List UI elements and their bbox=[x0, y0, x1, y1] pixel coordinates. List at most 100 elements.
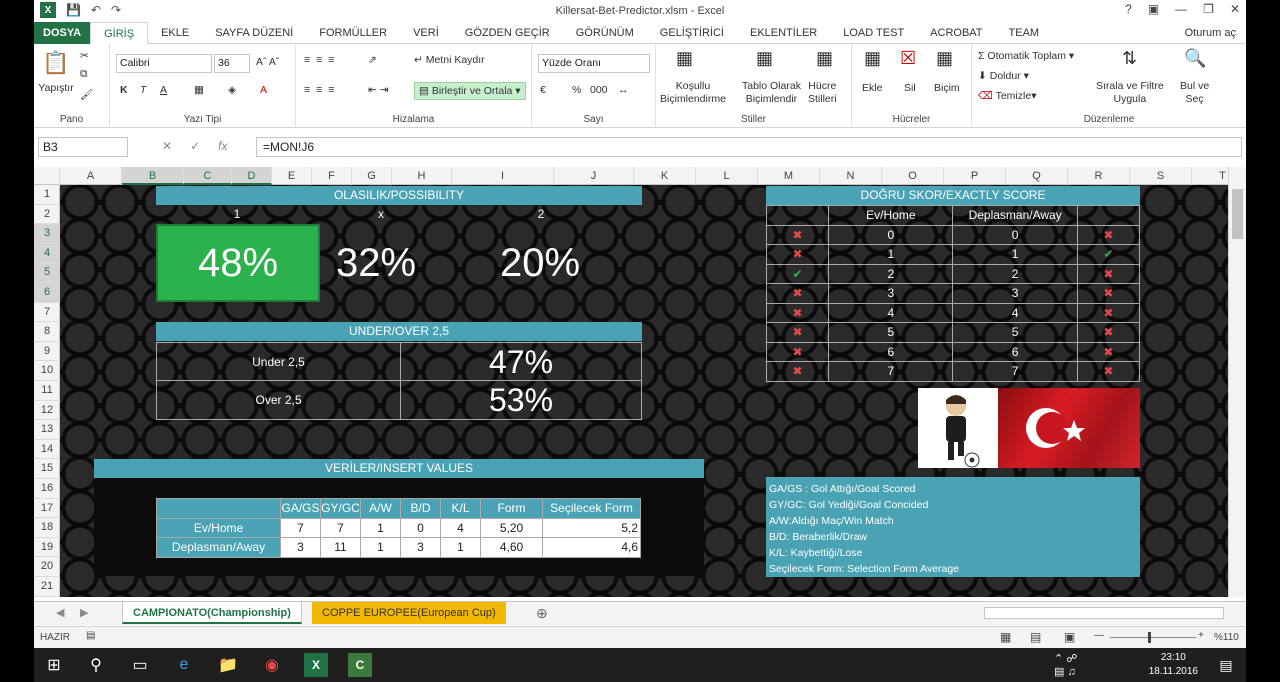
search-icon[interactable]: ⚲ bbox=[84, 653, 108, 677]
row-header[interactable]: 9 bbox=[34, 342, 60, 362]
vertical-align-icons[interactable]: ≡≡≡ bbox=[304, 54, 340, 66]
row-header[interactable]: 15 bbox=[34, 459, 60, 479]
autosum-button[interactable]: Σ Otomatik Toplam ▾ bbox=[978, 50, 1074, 62]
delete-cells-icon[interactable]: ☒ bbox=[900, 48, 916, 69]
comma-icon[interactable]: 000 bbox=[590, 84, 608, 96]
cell-styles-button[interactable]: Hücre Stilleri bbox=[808, 80, 837, 106]
column-header[interactable]: J bbox=[554, 167, 634, 185]
conditional-format-icon[interactable]: ▦ bbox=[676, 48, 693, 69]
row-header[interactable]: 2 bbox=[34, 205, 60, 225]
column-header[interactable]: F bbox=[312, 167, 352, 185]
insert-value-cell[interactable]: 1 bbox=[360, 517, 401, 538]
row-header[interactable]: 19 bbox=[34, 538, 60, 558]
insert-function-button[interactable]: fx bbox=[218, 139, 227, 153]
tab-data[interactable]: VERİ bbox=[400, 22, 452, 44]
page-layout-icon[interactable]: ▤ bbox=[1030, 630, 1041, 644]
insert-value-cell[interactable]: 4 bbox=[440, 517, 481, 538]
add-sheet-icon[interactable]: ⊕ bbox=[536, 605, 548, 622]
bold-button[interactable]: K bbox=[120, 84, 128, 96]
scroll-thumb[interactable] bbox=[1232, 189, 1243, 239]
cut-icon[interactable]: ✂ bbox=[80, 50, 89, 62]
column-header[interactable]: P bbox=[944, 167, 1006, 185]
windows-start-icon[interactable]: ⊞ bbox=[42, 653, 66, 677]
tab-prev-icon[interactable]: ◀ bbox=[56, 606, 64, 619]
merge-center-button[interactable]: ▤ Birleştir ve Ortala ▾ bbox=[414, 82, 526, 100]
column-header[interactable]: K bbox=[634, 167, 696, 185]
underline-button[interactable]: A bbox=[160, 84, 167, 96]
column-header[interactable]: R bbox=[1068, 167, 1130, 185]
format-cells-icon[interactable]: ▦ bbox=[936, 48, 953, 69]
copy-icon[interactable]: ⧉ bbox=[80, 68, 88, 81]
insert-value-cell[interactable]: 7 bbox=[280, 517, 321, 538]
zoom-thumb[interactable] bbox=[1148, 632, 1151, 643]
decimal-icons[interactable]: ↔ bbox=[618, 84, 629, 96]
column-header[interactable]: H bbox=[392, 167, 452, 185]
currency-icon[interactable]: € bbox=[540, 84, 546, 96]
tab-addins[interactable]: EKLENTİLER bbox=[737, 22, 830, 44]
insert-value-cell[interactable]: 4,6 bbox=[542, 537, 641, 558]
file-explorer-icon[interactable]: 📁 bbox=[216, 653, 240, 677]
column-header[interactable]: S bbox=[1130, 167, 1192, 185]
zoom-slider[interactable] bbox=[1110, 637, 1196, 638]
tab-file[interactable]: DOSYA bbox=[34, 22, 91, 44]
row-header[interactable]: 20 bbox=[34, 557, 60, 577]
row-header[interactable]: 17 bbox=[34, 499, 60, 519]
font-name-box[interactable]: Calibri bbox=[116, 54, 212, 73]
camtasia-icon[interactable]: C bbox=[348, 653, 372, 677]
horizontal-align-icons[interactable]: ≡≡≡ bbox=[304, 84, 340, 96]
tab-review[interactable]: GÖZDEN GEÇİR bbox=[452, 22, 563, 44]
format-cells-button[interactable]: Biçim bbox=[934, 82, 960, 94]
row-header[interactable]: 5 bbox=[34, 263, 60, 283]
chrome-icon[interactable]: ◉ bbox=[260, 653, 284, 677]
task-view-icon[interactable]: ▭ bbox=[128, 653, 152, 677]
column-header[interactable]: N bbox=[820, 167, 882, 185]
font-color-button[interactable]: A bbox=[260, 84, 267, 96]
formula-input[interactable]: =MON!J6 bbox=[256, 137, 1242, 157]
column-header[interactable]: O bbox=[882, 167, 944, 185]
horizontal-scrollbar[interactable] bbox=[984, 607, 1224, 619]
font-size-box[interactable]: 36 bbox=[214, 54, 250, 73]
fill-button[interactable]: ⬇ Doldur ▾ bbox=[978, 70, 1029, 82]
insert-value-cell[interactable]: 3 bbox=[400, 537, 441, 558]
tray-icons[interactable]: ⌃ ☍ ▤ ♫ bbox=[1054, 653, 1078, 678]
tab-home[interactable]: GİRİŞ bbox=[90, 22, 149, 45]
insert-value-cell[interactable]: 1 bbox=[360, 537, 401, 558]
insert-value-cell[interactable]: 0 bbox=[400, 517, 441, 538]
name-box[interactable]: B3 bbox=[38, 137, 128, 157]
insert-cells-icon[interactable]: ▦ bbox=[864, 48, 881, 69]
row-header[interactable]: 14 bbox=[34, 440, 60, 460]
enter-icon[interactable]: ✓ bbox=[190, 139, 200, 153]
normal-view-icon[interactable]: ▦ bbox=[1000, 630, 1011, 644]
insert-value-cell[interactable]: 11 bbox=[320, 537, 361, 558]
sort-filter-button[interactable]: Sırala ve Filtre Uygula bbox=[1096, 80, 1164, 106]
italic-button[interactable]: T bbox=[140, 84, 146, 96]
delete-cells-button[interactable]: Sil bbox=[904, 82, 916, 94]
cell-styles-icon[interactable]: ▦ bbox=[816, 48, 833, 69]
column-header[interactable]: L bbox=[696, 167, 758, 185]
select-all-corner[interactable] bbox=[34, 167, 60, 185]
fill-color-icon[interactable]: ◈ bbox=[228, 84, 236, 96]
page-break-icon[interactable]: ▣ bbox=[1064, 630, 1075, 644]
percent-button[interactable]: % bbox=[572, 84, 581, 96]
row-header[interactable]: 7 bbox=[34, 303, 60, 323]
selected-cell-home-pct[interactable]: 48% bbox=[156, 224, 320, 302]
find-select-button[interactable]: Bul ve Seç bbox=[1180, 80, 1209, 106]
row-header[interactable]: 6 bbox=[34, 283, 60, 303]
sheet-tab-european-cup[interactable]: COPPE EUROPEE(European Cup) bbox=[312, 602, 506, 624]
column-header[interactable]: B bbox=[122, 167, 184, 185]
insert-value-cell[interactable]: 1 bbox=[440, 537, 481, 558]
edge-icon[interactable]: e bbox=[172, 653, 196, 677]
grow-font-icon[interactable]: Aˆ Aˇ bbox=[256, 56, 279, 68]
number-format-box[interactable]: Yüzde Oranı bbox=[538, 54, 650, 73]
zoom-level[interactable]: %110 bbox=[1214, 632, 1239, 643]
insert-value-cell[interactable]: 7 bbox=[320, 517, 361, 538]
row-header[interactable]: 16 bbox=[34, 479, 60, 499]
row-header[interactable]: 3 bbox=[34, 224, 60, 244]
insert-value-cell[interactable]: 5,2 bbox=[542, 517, 641, 538]
column-header[interactable]: D bbox=[232, 167, 272, 185]
row-header[interactable]: 10 bbox=[34, 361, 60, 381]
tab-next-icon[interactable]: ▶ bbox=[80, 606, 88, 619]
sort-filter-icon[interactable]: ⇅ bbox=[1122, 48, 1137, 69]
tab-page-layout[interactable]: SAYFA DÜZENİ bbox=[202, 22, 306, 44]
row-header[interactable]: 18 bbox=[34, 518, 60, 538]
